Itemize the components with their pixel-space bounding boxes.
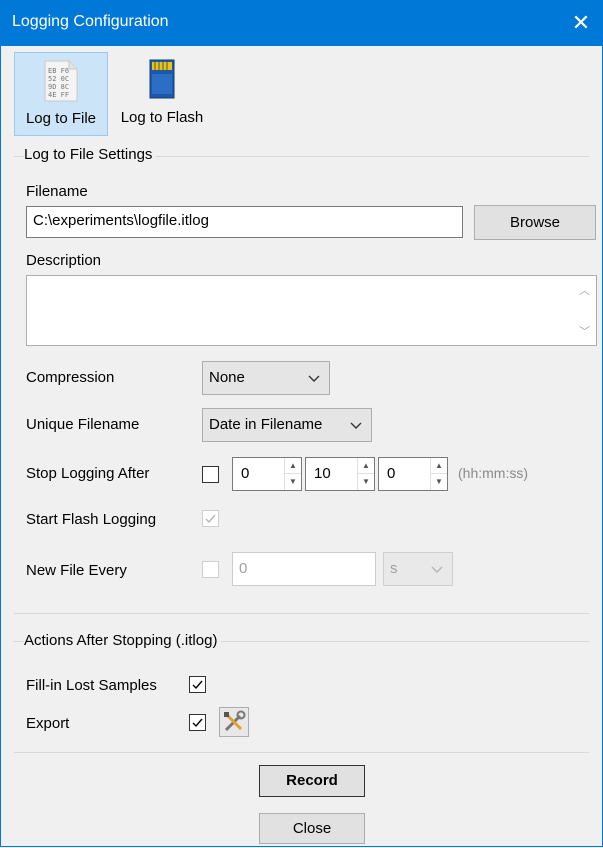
fill-lost-samples-label: Fill-in Lost Samples — [26, 677, 157, 694]
log-to-file-settings-title: Log to File Settings — [24, 146, 157, 163]
description-label: Description — [26, 252, 102, 269]
close-window-icon[interactable]: ✕ — [567, 9, 595, 37]
filename-input[interactable]: C:\experiments\logfile.itlog — [26, 206, 463, 238]
svg-text:9D 8C: 9D 8C — [48, 83, 69, 91]
chevron-down-icon — [430, 559, 444, 583]
compression-select[interactable]: None — [202, 361, 330, 395]
decrement-icon[interactable]: ▼ — [358, 474, 374, 490]
unique-filename-value: Date in Filename — [209, 416, 323, 433]
stop-hours-value: 0 — [241, 465, 250, 482]
unique-filename-select[interactable]: Date in Filename — [202, 408, 372, 442]
new-file-every-input[interactable]: 0 — [232, 552, 376, 586]
compression-value: None — [209, 369, 245, 386]
svg-text:EB F6: EB F6 — [48, 67, 69, 75]
increment-icon[interactable]: ▲ — [358, 458, 374, 474]
tab-log-to-file[interactable]: EB F6 52 0C 9D 8C 4E FF Log to File — [14, 52, 108, 136]
time-format-hint: (hh:mm:ss) — [458, 465, 528, 481]
new-file-unit-value: s — [390, 560, 398, 577]
new-file-every-label: New File Every — [26, 562, 127, 579]
window-title: Logging Configuration — [12, 13, 169, 30]
chevron-down-icon — [349, 415, 363, 439]
description-textarea[interactable]: ︿ ﹀ — [26, 275, 597, 346]
svg-text:52 0C: 52 0C — [48, 75, 69, 83]
divider — [14, 613, 589, 614]
stop-seconds-spinner[interactable]: 0 ▲ ▼ — [378, 457, 448, 491]
scroll-up-icon[interactable]: ︿ — [579, 282, 590, 298]
window-frame — [0, 46, 603, 847]
actions-after-stopping-title: Actions After Stopping (.itlog) — [24, 632, 222, 649]
scroll-down-icon[interactable]: ﹀ — [579, 323, 590, 339]
stop-minutes-value: 10 — [314, 465, 331, 482]
close-button[interactable]: Close — [259, 813, 365, 844]
spinner-arrows: ▲ ▼ — [284, 458, 301, 490]
divider — [14, 752, 589, 753]
stop-logging-checkbox[interactable] — [202, 466, 219, 483]
hex-file-icon: EB F6 52 0C 9D 8C 4E FF — [41, 59, 81, 107]
export-label: Export — [26, 715, 70, 732]
spinner-arrows: ▲ ▼ — [357, 458, 374, 490]
tab-log-to-flash[interactable]: Log to Flash — [110, 52, 214, 134]
decrement-icon[interactable]: ▼ — [431, 474, 447, 490]
tab-log-to-file-label: Log to File — [25, 110, 97, 127]
start-flash-logging-label: Start Flash Logging — [26, 511, 157, 528]
export-settings-button[interactable] — [219, 707, 249, 737]
record-button[interactable]: Record — [259, 765, 365, 797]
decrement-icon[interactable]: ▼ — [285, 474, 301, 490]
new-file-unit-select[interactable]: s — [383, 552, 453, 586]
spinner-arrows: ▲ ▼ — [430, 458, 447, 490]
stop-hours-spinner[interactable]: 0 ▲ ▼ — [232, 457, 302, 491]
title-bar: Logging Configuration ✕ — [0, 0, 603, 46]
checkmark-icon — [192, 680, 203, 690]
stop-logging-label: Stop Logging After — [26, 465, 150, 482]
increment-icon[interactable]: ▲ — [431, 458, 447, 474]
svg-text:4E FF: 4E FF — [48, 91, 69, 99]
checkmark-icon — [192, 718, 203, 728]
fill-lost-samples-checkbox[interactable] — [189, 676, 206, 693]
tools-icon — [224, 710, 246, 732]
increment-icon[interactable]: ▲ — [285, 458, 301, 474]
stop-seconds-value: 0 — [387, 465, 396, 482]
stop-minutes-spinner[interactable]: 10 ▲ ▼ — [305, 457, 375, 491]
sd-card-icon — [144, 58, 180, 106]
browse-button[interactable]: Browse — [474, 205, 596, 240]
new-file-every-checkbox[interactable] — [202, 561, 219, 578]
compression-label: Compression — [26, 369, 115, 386]
unique-filename-label: Unique Filename — [26, 416, 140, 433]
export-checkbox[interactable] — [189, 714, 206, 731]
filename-label: Filename — [26, 183, 88, 200]
start-flash-logging-checkbox[interactable] — [202, 510, 219, 527]
tab-log-to-flash-label: Log to Flash — [120, 109, 204, 126]
checkmark-icon — [205, 514, 216, 524]
chevron-down-icon — [307, 368, 321, 392]
